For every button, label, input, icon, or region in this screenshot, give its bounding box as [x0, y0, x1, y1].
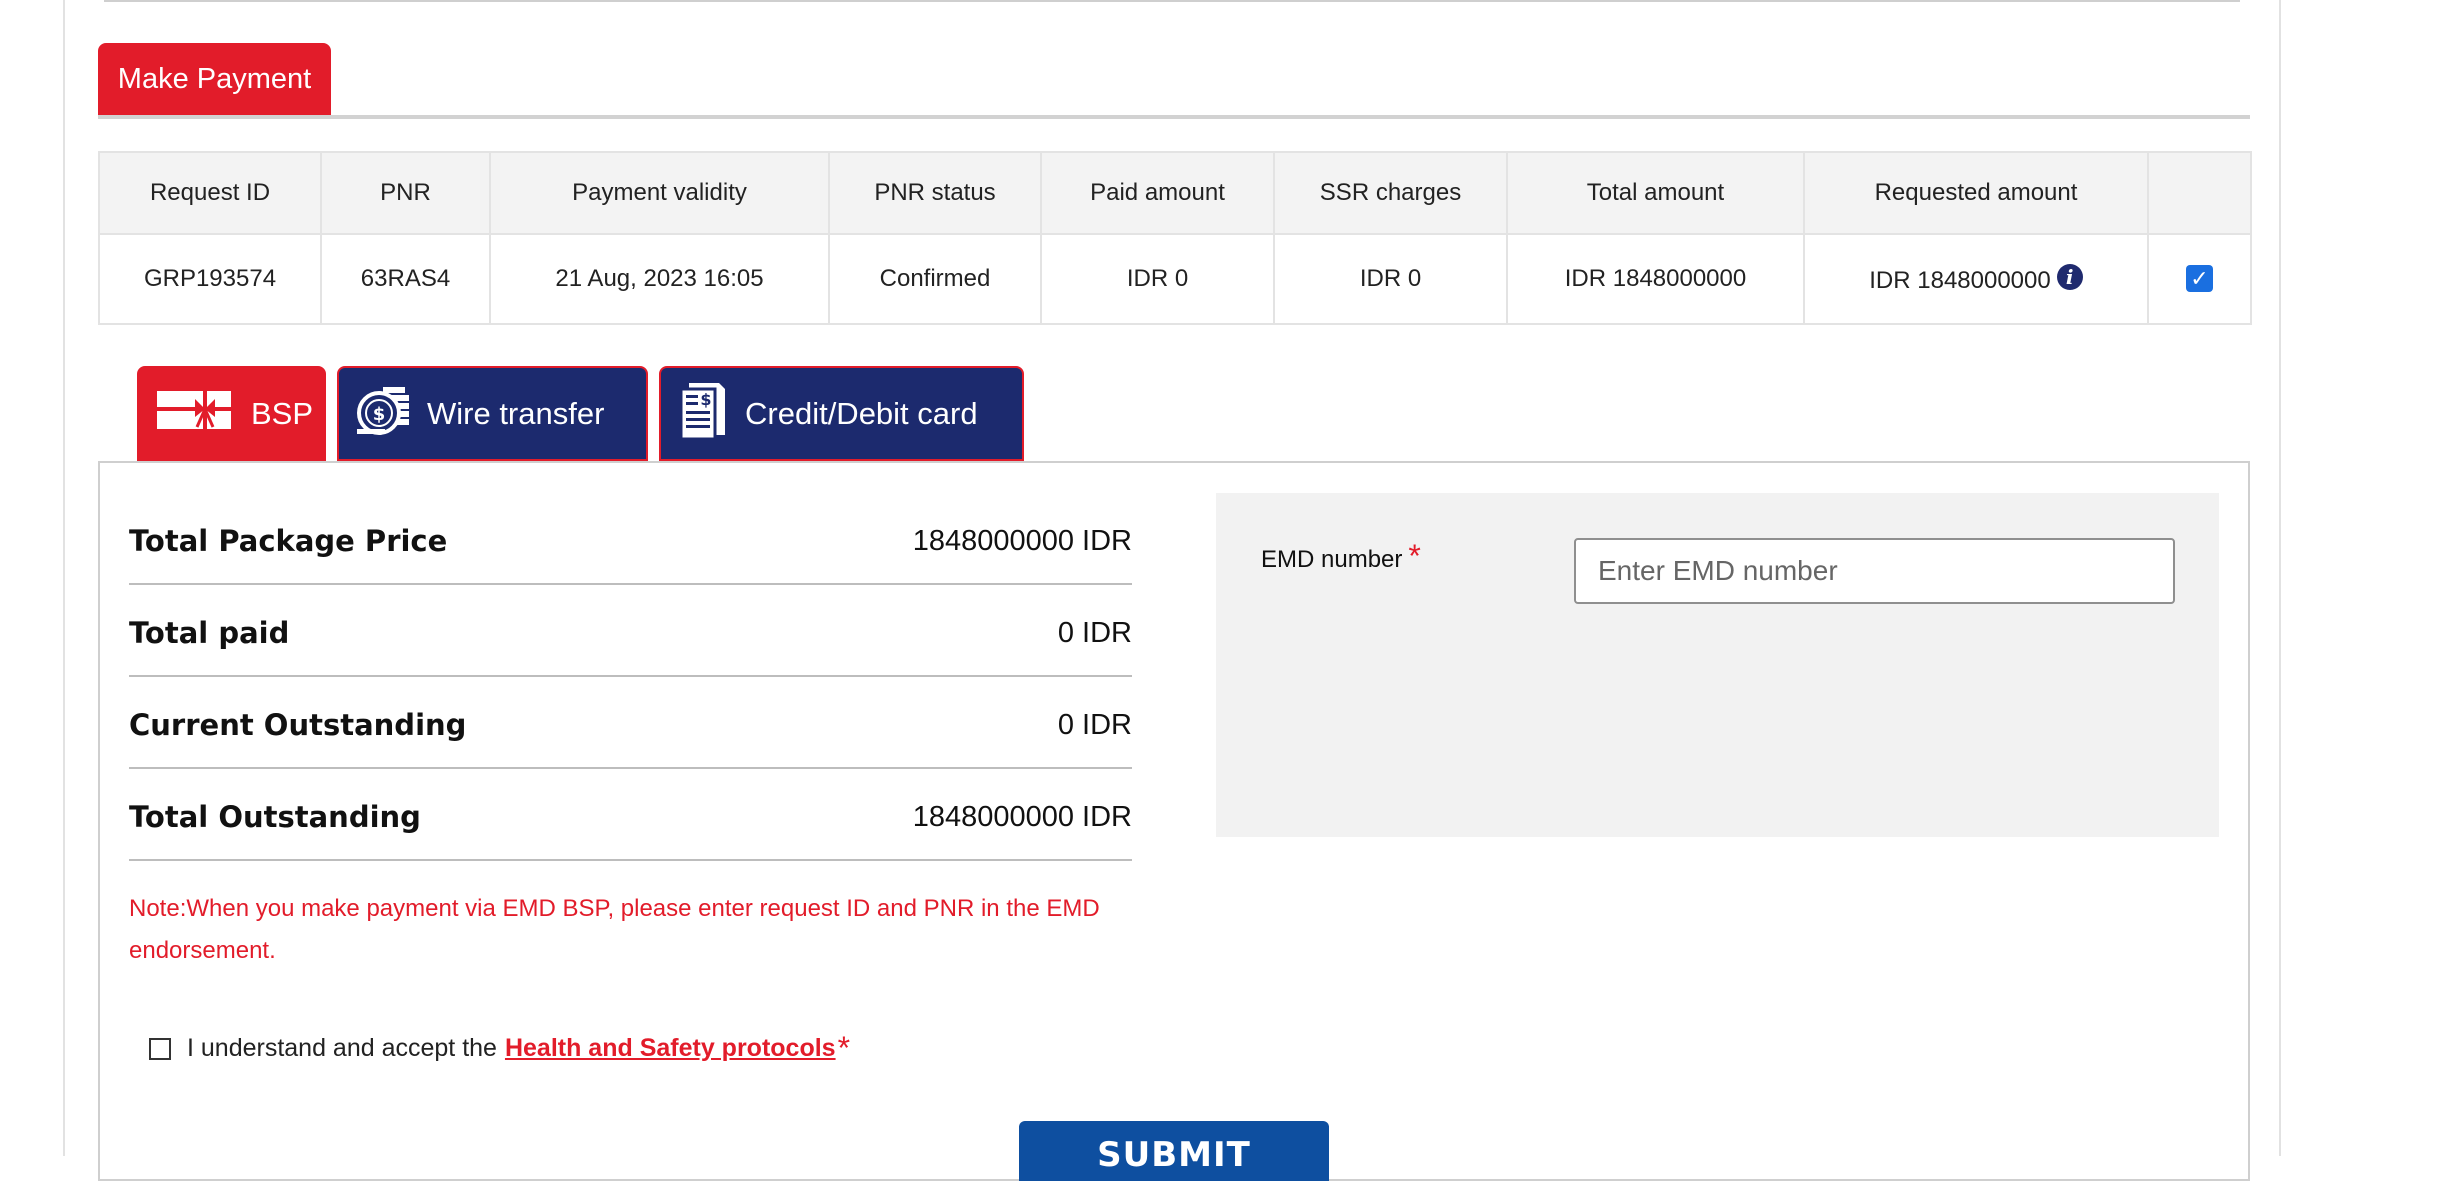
tab-credit-debit-card-label: Credit/Debit card: [745, 395, 978, 431]
col-select: [2147, 151, 2252, 235]
col-request-id: Request ID: [98, 151, 322, 235]
payment-summary: Total Package Price 1848000000 IDR Total…: [129, 493, 1132, 861]
requested-amount-value: IDR 1848000000: [1869, 266, 2051, 294]
col-requested-amount: Requested amount: [1803, 151, 2149, 235]
page-frame-right: [2279, 0, 2281, 1156]
summary-row-total-outstanding: Total Outstanding 1848000000 IDR: [129, 769, 1132, 861]
cell-requested-amount: IDR 1848000000 i: [1803, 233, 2149, 325]
cell-pnr: 63RAS4: [320, 233, 491, 325]
summary-value: 1848000000 IDR: [912, 800, 1132, 833]
summary-label: Total paid: [129, 616, 290, 650]
summary-value: 0 IDR: [1057, 616, 1132, 649]
info-icon[interactable]: i: [2056, 263, 2083, 290]
summary-value: 1848000000 IDR: [912, 524, 1132, 557]
col-payment-validity: Payment validity: [489, 151, 830, 235]
summary-row-current-outstanding: Current Outstanding 0 IDR: [129, 677, 1132, 769]
tab-bsp-label: BSP: [251, 395, 314, 431]
invoice-icon: $: [679, 381, 727, 447]
cell-pnr-status: Confirmed: [828, 233, 1042, 325]
table-row: GRP193574 63RAS4 21 Aug, 2023 16:05 Conf…: [98, 233, 2252, 325]
tab-credit-debit-card[interactable]: $ Credit/Debit card: [659, 366, 1024, 461]
cell-ssr-charges: IDR 0: [1273, 233, 1508, 325]
col-ssr-charges: SSR charges: [1273, 151, 1508, 235]
svg-text:$: $: [373, 404, 386, 425]
col-total-amount: Total amount: [1506, 151, 1805, 235]
summary-value: 0 IDR: [1057, 708, 1132, 741]
tab-wire-transfer-label: Wire transfer: [427, 395, 605, 431]
request-table: Request ID PNR Payment validity PNR stat…: [98, 151, 2252, 325]
page-frame-left: [63, 0, 65, 1156]
health-safety-link[interactable]: Health and Safety protocols: [505, 1034, 836, 1063]
emd-number-input[interactable]: [1574, 538, 2175, 604]
summary-label: Total Outstanding: [129, 800, 421, 834]
col-pnr-status: PNR status: [828, 151, 1042, 235]
emd-note: Note:When you make payment via EMD BSP, …: [129, 895, 1100, 964]
cell-request-id: GRP193574: [98, 233, 322, 325]
col-pnr: PNR: [320, 151, 491, 235]
table-header-row: Request ID PNR Payment validity PNR stat…: [98, 151, 2252, 235]
required-mark: *: [1408, 538, 1421, 574]
emd-label: EMD number *: [1261, 538, 1421, 575]
submit-button[interactable]: SUBMIT: [1019, 1121, 1329, 1181]
gift-icon: [155, 387, 233, 441]
cell-select: ✓: [2147, 233, 2252, 325]
tab-bsp[interactable]: BSP: [137, 366, 326, 461]
coins-icon: $: [357, 385, 409, 443]
required-mark: *: [837, 1030, 851, 1066]
summary-label: Total Package Price: [129, 524, 448, 558]
agreement-text: I understand and accept the: [187, 1034, 497, 1062]
cell-total-amount: IDR 1848000000: [1506, 233, 1805, 325]
make-payment-tab[interactable]: Make Payment: [98, 43, 331, 115]
section-divider: [98, 115, 2250, 119]
cell-paid-amount: IDR 0: [1040, 233, 1275, 325]
emd-label-text: EMD number: [1261, 546, 1403, 573]
top-divider: [104, 0, 2240, 2]
cell-payment-validity: 21 Aug, 2023 16:05: [489, 233, 830, 325]
tab-wire-transfer[interactable]: $ Wire transfer: [337, 366, 648, 461]
svg-text:$: $: [700, 390, 711, 409]
summary-row-total-package-price: Total Package Price 1848000000 IDR: [129, 493, 1132, 585]
col-paid-amount: Paid amount: [1040, 151, 1275, 235]
agreement-row: I understand and accept the Health and S…: [149, 1030, 850, 1067]
agreement-checkbox[interactable]: [149, 1037, 171, 1060]
summary-row-total-paid: Total paid 0 IDR: [129, 585, 1132, 677]
emd-box: EMD number *: [1216, 493, 2219, 837]
row-select-checkbox[interactable]: ✓: [2186, 265, 2213, 292]
summary-label: Current Outstanding: [129, 708, 467, 742]
